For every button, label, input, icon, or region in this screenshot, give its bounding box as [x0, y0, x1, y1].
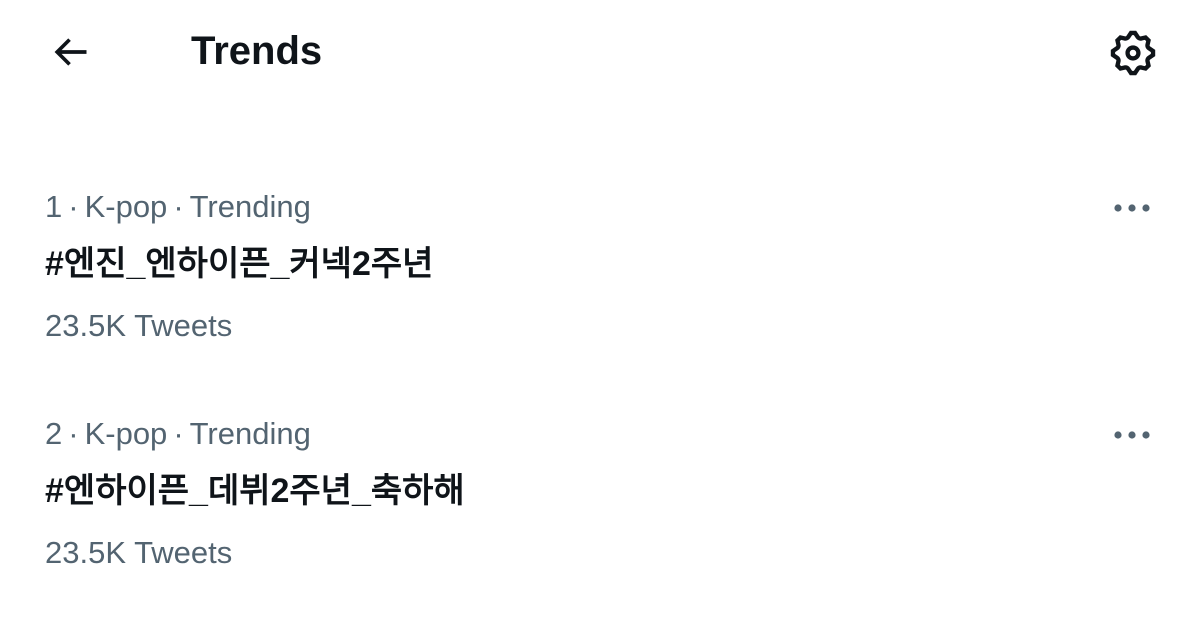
- more-options-button[interactable]: [1104, 188, 1160, 228]
- trend-item[interactable]: 1 · K-pop · Trending #엔진_엔하이픈_커넥2주년 23.5K Tw…: [0, 182, 1200, 392]
- trend-item[interactable]: 2 · K-pop · Trending #엔하이픈_데뷔2주년_축하해 23.5K T…: [0, 409, 1200, 619]
- more-horizontal-icon: [1114, 431, 1150, 439]
- trend-tweet-count: 23.5K Tweets: [45, 535, 233, 570]
- trend-name[interactable]: #엔진_엔하이픈_커넥2주년: [45, 242, 433, 286]
- header: Trends: [0, 0, 1200, 118]
- separator-dot: ·: [173, 189, 184, 224]
- arrow-left-icon: [54, 38, 87, 66]
- gear-icon: [1110, 30, 1156, 76]
- separator-dot: ·: [68, 189, 79, 224]
- page-title: Trends: [191, 29, 323, 73]
- separator-dot: ·: [173, 416, 184, 451]
- trend-tweet-count: 23.5K Tweets: [45, 308, 233, 343]
- more-options-button[interactable]: [1104, 415, 1160, 455]
- trend-category: K-pop: [84, 416, 168, 451]
- settings-button[interactable]: [1106, 26, 1160, 80]
- back-button[interactable]: [44, 30, 96, 74]
- trend-meta: 1 · K-pop · Trending: [45, 187, 311, 227]
- trend-rank: 2: [45, 416, 63, 451]
- more-horizontal-icon: [1114, 204, 1150, 212]
- trend-category: K-pop: [84, 189, 168, 224]
- trend-status: Trending: [189, 189, 311, 224]
- separator-dot: ·: [68, 416, 79, 451]
- trend-meta: 2 · K-pop · Trending: [45, 414, 311, 454]
- trend-status: Trending: [189, 416, 311, 451]
- trend-name[interactable]: #엔하이픈_데뷔2주년_축하해: [45, 469, 465, 513]
- trend-rank: 1: [45, 189, 63, 224]
